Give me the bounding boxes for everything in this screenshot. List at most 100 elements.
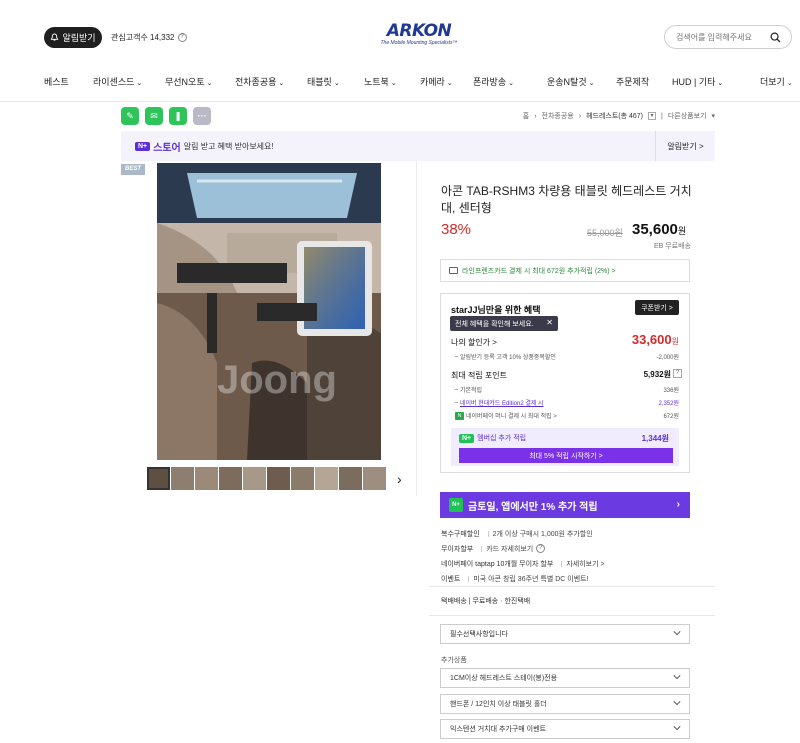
store-title: 스토어 xyxy=(153,142,181,154)
nav-item[interactable]: 태블릿 ⌄ xyxy=(307,75,340,88)
points-row-npay[interactable]: N 네이버페이 머니 결제 시 최대 적립 > xyxy=(455,411,557,420)
search-input[interactable] xyxy=(676,32,771,42)
nav-item[interactable]: 카메라 ⌄ xyxy=(420,75,453,88)
points-value: 5,932원 xyxy=(643,370,671,379)
product-title: 아콘 TAB-RSHM3 차량용 태블릿 헤드레스트 거치대, 센터형 xyxy=(441,184,692,215)
nav-item-label: 노트북 xyxy=(364,77,389,87)
search-icon[interactable] xyxy=(770,32,781,43)
thumbnail-image[interactable] xyxy=(171,467,194,490)
app-promo-banner[interactable]: N+ 금토일, 앱에서만 1% 추가 적립 › xyxy=(440,492,690,518)
chevron-right-icon: › xyxy=(676,499,680,510)
close-icon[interactable]: ✕ xyxy=(546,318,553,327)
membership-start-button[interactable]: 최대 5% 적립 시작하기 > xyxy=(459,448,673,463)
info-row-key: 복수구매할인 xyxy=(441,530,480,538)
info-row-key: 네이버페이 taptap 10개월 무이자 할부 xyxy=(441,560,554,568)
thumbnail-image[interactable] xyxy=(219,467,242,490)
membership-value: 1,344원 xyxy=(641,434,669,443)
sale-price: 35,600원 xyxy=(632,221,686,238)
search-box[interactable] xyxy=(664,25,792,49)
thumbnail-image[interactable] xyxy=(267,467,290,490)
info-row-value[interactable]: 2개 이상 구매시 1,000원 추가할인 xyxy=(493,529,593,539)
points-row-card[interactable]: 네이버 현대카드 Edition2 결제 시 xyxy=(455,398,544,407)
add-option-select-3[interactable]: 익스텐션 거치대 추가구매 이벤트 xyxy=(440,719,690,739)
chevron-right-icon[interactable]: › xyxy=(397,471,402,487)
crumb-current[interactable]: 헤드레스트(총 467) xyxy=(586,111,643,121)
crumb-home[interactable]: 홈 xyxy=(523,111,529,121)
brand-logo[interactable]: ARKON The Mobile Mounting Specialists™ xyxy=(379,22,459,50)
chevron-down-icon: ⌄ xyxy=(717,80,724,87)
chevron-down-icon: ⌄ xyxy=(136,80,143,87)
add-products-label: 추가상품 xyxy=(441,657,467,664)
nav-item[interactable]: 운송N탈것 ⌄ xyxy=(547,75,595,88)
thumbnail-image[interactable] xyxy=(195,467,218,490)
nav-item[interactable]: 폰라방송 ⌄ xyxy=(473,75,514,88)
points-basic-value: 336원 xyxy=(663,388,679,394)
benefit-heading: starJJ님만을 위한 혜택 xyxy=(451,305,541,315)
favorites-count: 관심고객수 14,332 ? xyxy=(111,32,187,43)
expand-icon[interactable]: ▾ xyxy=(648,112,657,120)
my-discount-label[interactable]: 나의 할인가 > xyxy=(451,337,497,348)
info-row-key: 무이자할부 xyxy=(441,545,474,553)
points-card-link[interactable]: 네이버 현대카드 Edition2 결제 시 xyxy=(460,398,544,407)
nav-item[interactable]: HUD | 기타 ⌄ xyxy=(672,75,723,88)
purchase-info: 복수구매할인 2개 이상 구매시 1,000원 추가할인무이자할부 카드 자세히보기… xyxy=(441,526,703,586)
nav-item[interactable]: 무선N오토 ⌄ xyxy=(165,75,213,88)
info-row-value[interactable]: 자세히보기 > xyxy=(566,559,604,569)
thumbnail-image[interactable] xyxy=(291,467,314,490)
notify-button[interactable]: 알림받기 xyxy=(44,27,102,48)
info-row-value[interactable]: 카드 자세히보기 xyxy=(486,544,533,554)
info-row: 이벤트 미국 아콘 창립 36주년 특별 DC 이벤트! xyxy=(441,571,703,586)
thumbnail-image[interactable] xyxy=(363,467,386,490)
thumbnail-image[interactable] xyxy=(315,467,338,490)
store-notify-button[interactable]: 알림받기 > xyxy=(655,131,715,161)
discount-sub-text: 알림받기 등록 고객 10% 상품중복할인 xyxy=(460,355,556,361)
thumbnail-image[interactable] xyxy=(147,467,170,490)
nav-item[interactable]: 베스트 xyxy=(44,75,69,88)
bookmark-icon[interactable]: ❚ xyxy=(169,107,187,125)
add-option-label-2: 핸드폰 / 12인치 이상 태블릿 홀더 xyxy=(450,701,547,708)
promo-text: 금토일, 앱에서만 1% 추가 적립 xyxy=(468,501,598,513)
add-option-select-1[interactable]: 1CM이상 헤드레스트 스테이(봉)전용 xyxy=(440,668,690,688)
crumb-category[interactable]: 전차종공용 xyxy=(542,111,574,121)
chevron-down-icon xyxy=(673,675,681,680)
card-benefit-row[interactable]: 라인프렌즈카드 결제 시 최대 672원 추가적립 (2%) > xyxy=(440,259,690,282)
coupon-button[interactable]: 쿠폰받기 > xyxy=(635,300,679,315)
original-price: 55,000원 xyxy=(587,228,623,238)
bullet-icon xyxy=(455,356,458,357)
membership-box: N+ 멤버십 추가 적립 1,344원 최대 5% 적립 시작하기 > xyxy=(451,428,679,466)
help-icon[interactable]: ? xyxy=(673,369,682,378)
blog-share-icon[interactable]: ✉ xyxy=(145,107,163,125)
nav-item[interactable]: 주문제작 xyxy=(616,75,649,88)
main-product-image[interactable]: Joong xyxy=(157,163,381,460)
membership-text: 멤버십 추가 적립 xyxy=(477,435,527,442)
car-interior-photo: Joong xyxy=(157,163,381,460)
breadcrumb: 홈 › 전차종공용 › 헤드레스트(총 467) ▾ | 다른상품보기 ▾ xyxy=(523,111,715,121)
nav-item-label: 주문제작 xyxy=(616,77,650,87)
nav-item[interactable]: 전차종공용 ⌄ xyxy=(235,75,284,88)
info-row-value[interactable]: 미국 아콘 창립 36주년 특별 DC 이벤트! xyxy=(473,574,588,584)
nav-item-label: 폰라방송 xyxy=(473,77,507,87)
other-products-link[interactable]: 다른상품보기 xyxy=(668,111,707,121)
more-icon[interactable]: ··· xyxy=(193,107,211,125)
add-option-label-3: 익스텐션 거치대 추가구매 이벤트 xyxy=(450,726,546,733)
divider xyxy=(429,586,715,587)
thumbnail-image[interactable] xyxy=(243,467,266,490)
my-discount-unit: 원 xyxy=(671,337,679,346)
membership-label: N+ 멤버십 추가 적립 xyxy=(459,433,526,443)
required-option-select[interactable]: 필수선택사항입니다 xyxy=(440,624,690,644)
nav-item-label: 무선N오토 xyxy=(165,77,205,87)
favorites-label: 관심고객수 14,332 xyxy=(111,33,175,42)
talk-share-icon[interactable]: ✎ xyxy=(121,107,139,125)
nav-item[interactable]: 더보기 ⌄ xyxy=(760,75,793,88)
add-option-select-2[interactable]: 핸드폰 / 12인치 이상 태블릿 홀더 xyxy=(440,694,690,714)
points-npay-value: 672원 xyxy=(663,414,679,420)
nav-item[interactable]: 라이센스드 ⌄ xyxy=(93,75,142,88)
my-discount-value: 33,600 xyxy=(631,332,672,347)
help-icon[interactable]: ? xyxy=(177,33,187,42)
thumbnail-image[interactable] xyxy=(339,467,362,490)
logo-tagline: The Mobile Mounting Specialists™ xyxy=(380,40,458,46)
points-npay-label[interactable]: 네이버페이 머니 결제 시 최대 적립 > xyxy=(466,411,557,420)
chevron-down-icon: ⌄ xyxy=(588,80,595,87)
help-icon[interactable]: ? xyxy=(536,544,546,553)
nav-item[interactable]: 노트북 ⌄ xyxy=(364,75,397,88)
